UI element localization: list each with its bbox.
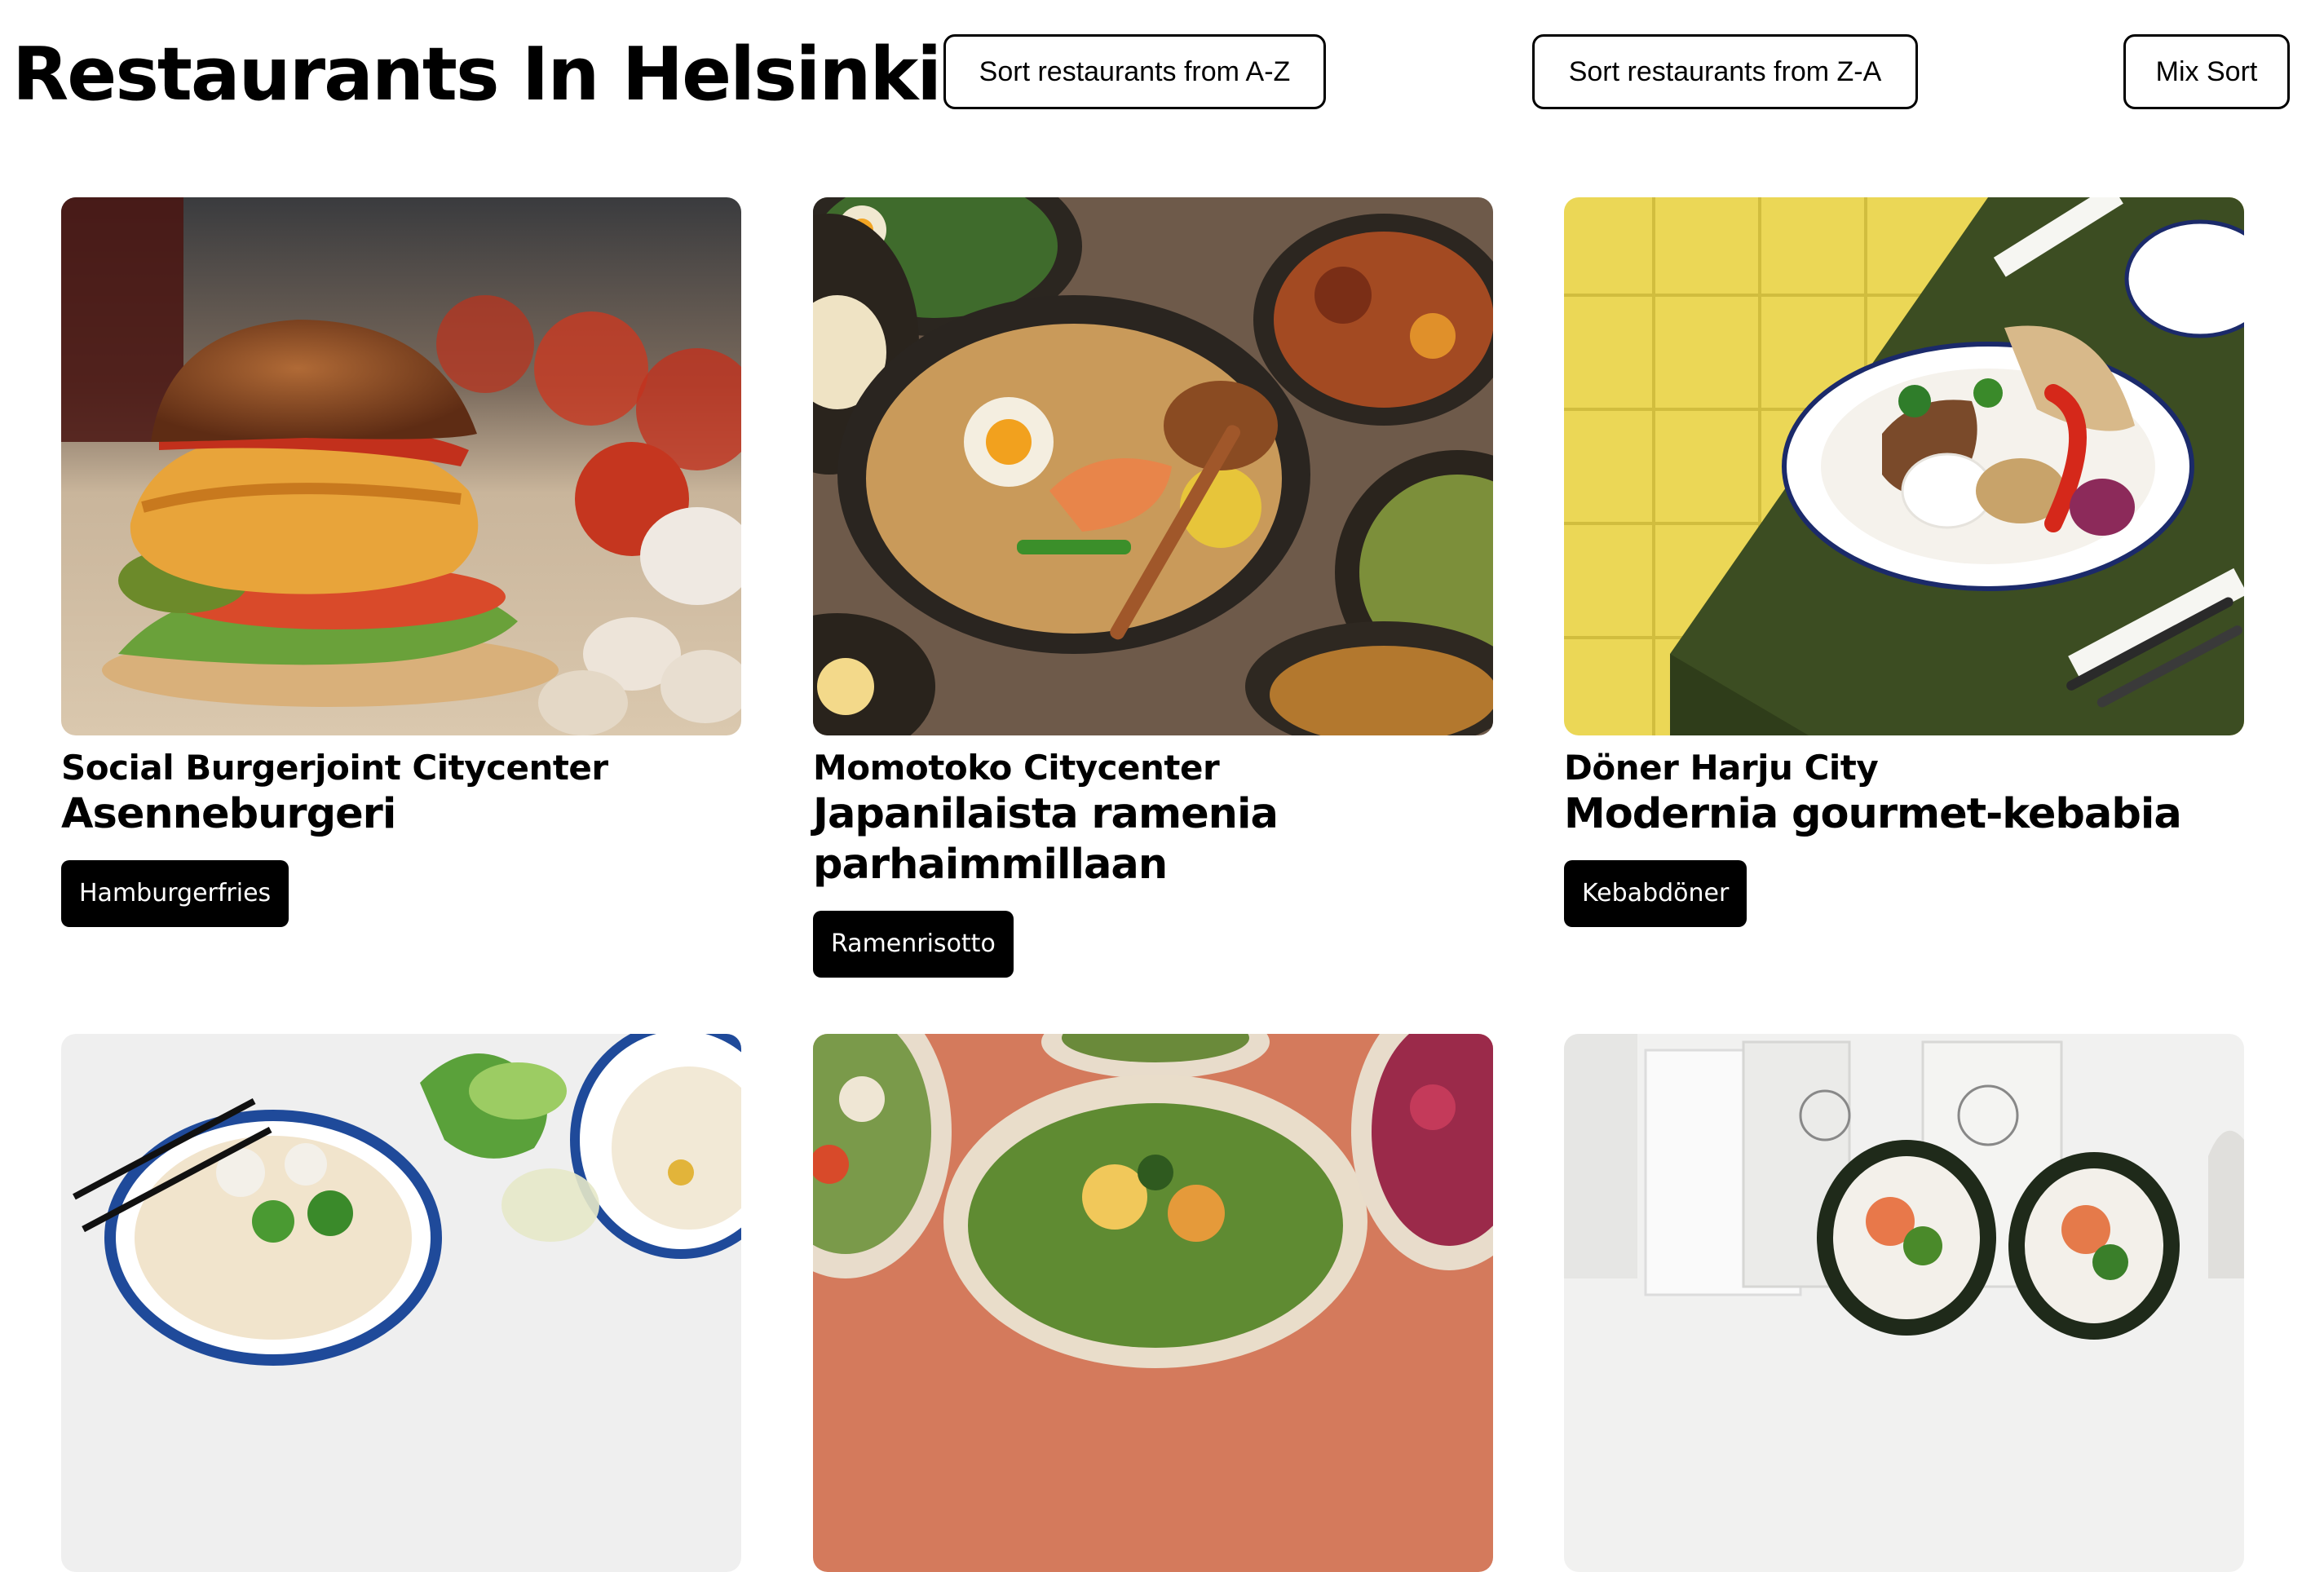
noodle-soup-photo[interactable] — [61, 1034, 741, 1572]
page-header: Restaurants In Helsinki Sort restaurants… — [0, 0, 2324, 147]
restaurant-name: Social Burgerjoint Citycenter — [61, 748, 608, 788]
cuisine-tag[interactable]: Hamburgerfries — [61, 860, 289, 927]
restaurant-name: Momotoko Citycenter — [813, 748, 1220, 788]
cuisine-tag[interactable]: Ramenrisotto — [813, 911, 1014, 978]
burger-photo[interactable] — [61, 197, 741, 735]
mix-sort-button[interactable]: Mix Sort — [2123, 34, 2290, 109]
sort-za-button[interactable]: Sort restaurants from Z-A — [1532, 34, 1918, 109]
ramen-photo[interactable] — [813, 197, 1493, 735]
restaurant-name: Döner Harju City — [1564, 748, 1879, 788]
restaurant-tagline: Japanilaista ramenia parhaimmillaan — [813, 790, 1279, 889]
sushi-burrito-photo[interactable] — [1564, 1034, 2244, 1572]
sort-az-button[interactable]: Sort restaurants from A-Z — [943, 34, 1326, 109]
cuisine-tag[interactable]: Kebabdöner — [1564, 860, 1747, 927]
restaurant-tagline: Asenneburgeri — [61, 790, 396, 838]
kebab-plate-photo[interactable] — [1564, 197, 2244, 735]
salad-bowls-photo[interactable] — [813, 1034, 1493, 1572]
restaurant-tagline: Modernia gourmet-kebabia — [1564, 790, 2182, 838]
page-title: Restaurants In Helsinki — [12, 32, 942, 117]
